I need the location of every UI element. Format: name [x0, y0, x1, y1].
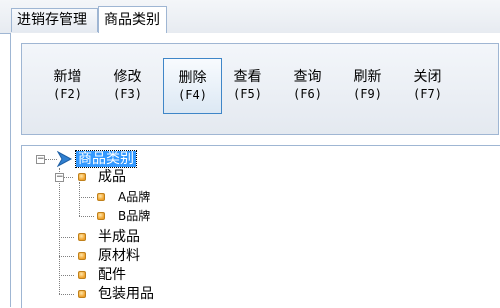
- tree-item-accessories[interactable]: 配件: [98, 266, 126, 284]
- view-button-shortcut: (F5): [233, 87, 262, 101]
- tree-connector: [59, 294, 74, 295]
- tree-connector: [59, 237, 74, 238]
- tree-item-semi-finished[interactable]: 半成品: [98, 228, 140, 246]
- refresh-button-label: 刷新: [353, 69, 382, 85]
- close-button-label: 关闭: [413, 69, 442, 85]
- query-button-shortcut: (F6): [293, 87, 322, 101]
- tab-product-category[interactable]: 商品类别: [98, 6, 167, 34]
- query-button[interactable]: 查询 (F6): [278, 58, 337, 114]
- close-button-shortcut: (F7): [413, 87, 442, 101]
- category-node-icon: [78, 173, 86, 181]
- tree-item-finished-goods[interactable]: 成品: [98, 168, 126, 186]
- folder-arrow-icon: [57, 150, 73, 168]
- content-frame: 新增 (F2) 修改 (F3) 删除 (F4) 查看 (F5) 查询 (F6) …: [10, 33, 500, 308]
- tree-item-packaging[interactable]: 包装用品: [98, 285, 154, 303]
- add-button[interactable]: 新增 (F2): [38, 58, 97, 114]
- tab-strip: 进销存管理 商品类别: [0, 0, 500, 34]
- tree-connector: [79, 182, 80, 216]
- add-button-shortcut: (F2): [53, 87, 82, 101]
- tab-inventory-management[interactable]: 进销存管理: [11, 8, 98, 32]
- category-node-icon: [97, 212, 105, 220]
- tree-root-text: 商品类别: [75, 150, 137, 168]
- category-node-icon: [78, 290, 86, 298]
- tree-item-brand-a[interactable]: A品牌: [118, 188, 150, 206]
- category-node-icon: [97, 193, 105, 201]
- add-button-label: 新增: [53, 69, 82, 85]
- tree-connector: [79, 197, 94, 198]
- view-button-label: 查看: [233, 69, 262, 85]
- delete-button[interactable]: 删除 (F4): [163, 58, 222, 114]
- delete-button-shortcut: (F4): [178, 88, 207, 102]
- edit-button-shortcut: (F3): [113, 87, 142, 101]
- tree-item-brand-b[interactable]: B品牌: [118, 207, 150, 225]
- toolbar: 新增 (F2) 修改 (F3) 删除 (F4) 查看 (F5) 查询 (F6) …: [21, 43, 499, 135]
- view-button[interactable]: 查看 (F5): [218, 58, 277, 114]
- refresh-button-shortcut: (F9): [353, 87, 382, 101]
- close-button[interactable]: 关闭 (F7): [398, 58, 457, 114]
- root-collapse-toggle[interactable]: −: [36, 155, 45, 164]
- tree-connector: [45, 159, 57, 160]
- edit-button[interactable]: 修改 (F3): [98, 58, 157, 114]
- finished-goods-collapse-toggle[interactable]: −: [55, 173, 64, 182]
- category-node-icon: [78, 271, 86, 279]
- category-node-icon: [78, 233, 86, 241]
- tree-connector: [59, 256, 74, 257]
- refresh-button[interactable]: 刷新 (F9): [338, 58, 397, 114]
- tree-root-label[interactable]: 商品类别: [75, 150, 137, 168]
- tree-connector: [59, 275, 74, 276]
- tree-item-raw-materials[interactable]: 原材料: [98, 247, 140, 265]
- delete-button-label: 删除: [178, 70, 207, 86]
- tree-connector: [79, 216, 94, 217]
- edit-button-label: 修改: [113, 69, 142, 85]
- category-node-icon: [78, 252, 86, 260]
- tree-connector: [64, 177, 73, 178]
- category-tree[interactable]: − 商品类别 − 成品 A品牌 B品牌 半成品 原材料 配件 包装用品: [21, 145, 500, 308]
- query-button-label: 查询: [293, 69, 322, 85]
